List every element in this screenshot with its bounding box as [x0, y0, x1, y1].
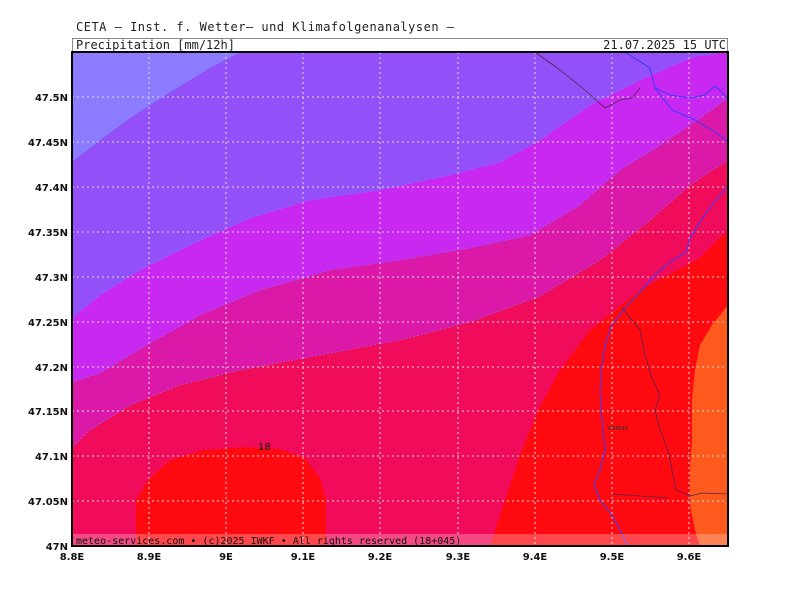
lon-axis: 8.8E 8.9E 9E 9.1E 9.2E 9.3E 9.4E 9.5E 9.…	[60, 552, 702, 563]
lat-tick-label: 47.35N	[28, 228, 68, 239]
lon-tick-label: 9.2E	[368, 552, 393, 563]
precip-fields	[72, 52, 728, 546]
lat-axis: 47.5N 47.45N 47.4N 47.35N 47.3N 47.25N 4…	[28, 93, 68, 553]
lat-tick-label: 47.4N	[35, 183, 68, 194]
lat-tick-label: 47.05N	[28, 497, 68, 508]
lon-tick-label: 9.1E	[291, 552, 316, 563]
lon-tick-label: 8.9E	[137, 552, 162, 563]
lat-tick-label: 47.15N	[28, 407, 68, 418]
lon-tick-label: 9.5E	[600, 552, 625, 563]
lon-tick-label: 9.6E	[677, 552, 702, 563]
precipitation-map: 18 Vaduz meteo-services.com • (c)2025 IW…	[28, 51, 729, 563]
lon-tick-label: 9.4E	[523, 552, 548, 563]
lon-tick-label: 8.8E	[60, 552, 85, 563]
lat-tick-label: 47.45N	[28, 138, 68, 149]
lat-tick-label: 47.25N	[28, 318, 68, 329]
lon-tick-label: 9E	[219, 552, 233, 563]
lat-tick-label: 47.3N	[35, 273, 68, 284]
lat-tick-label: 47.5N	[35, 93, 68, 104]
lat-tick-label: 47.2N	[35, 363, 68, 374]
contour-value-label: 18	[258, 442, 271, 453]
lat-tick-label: 47.1N	[35, 452, 68, 463]
lon-tick-label: 9.3E	[446, 552, 471, 563]
place-label-vaduz: Vaduz	[607, 424, 628, 432]
